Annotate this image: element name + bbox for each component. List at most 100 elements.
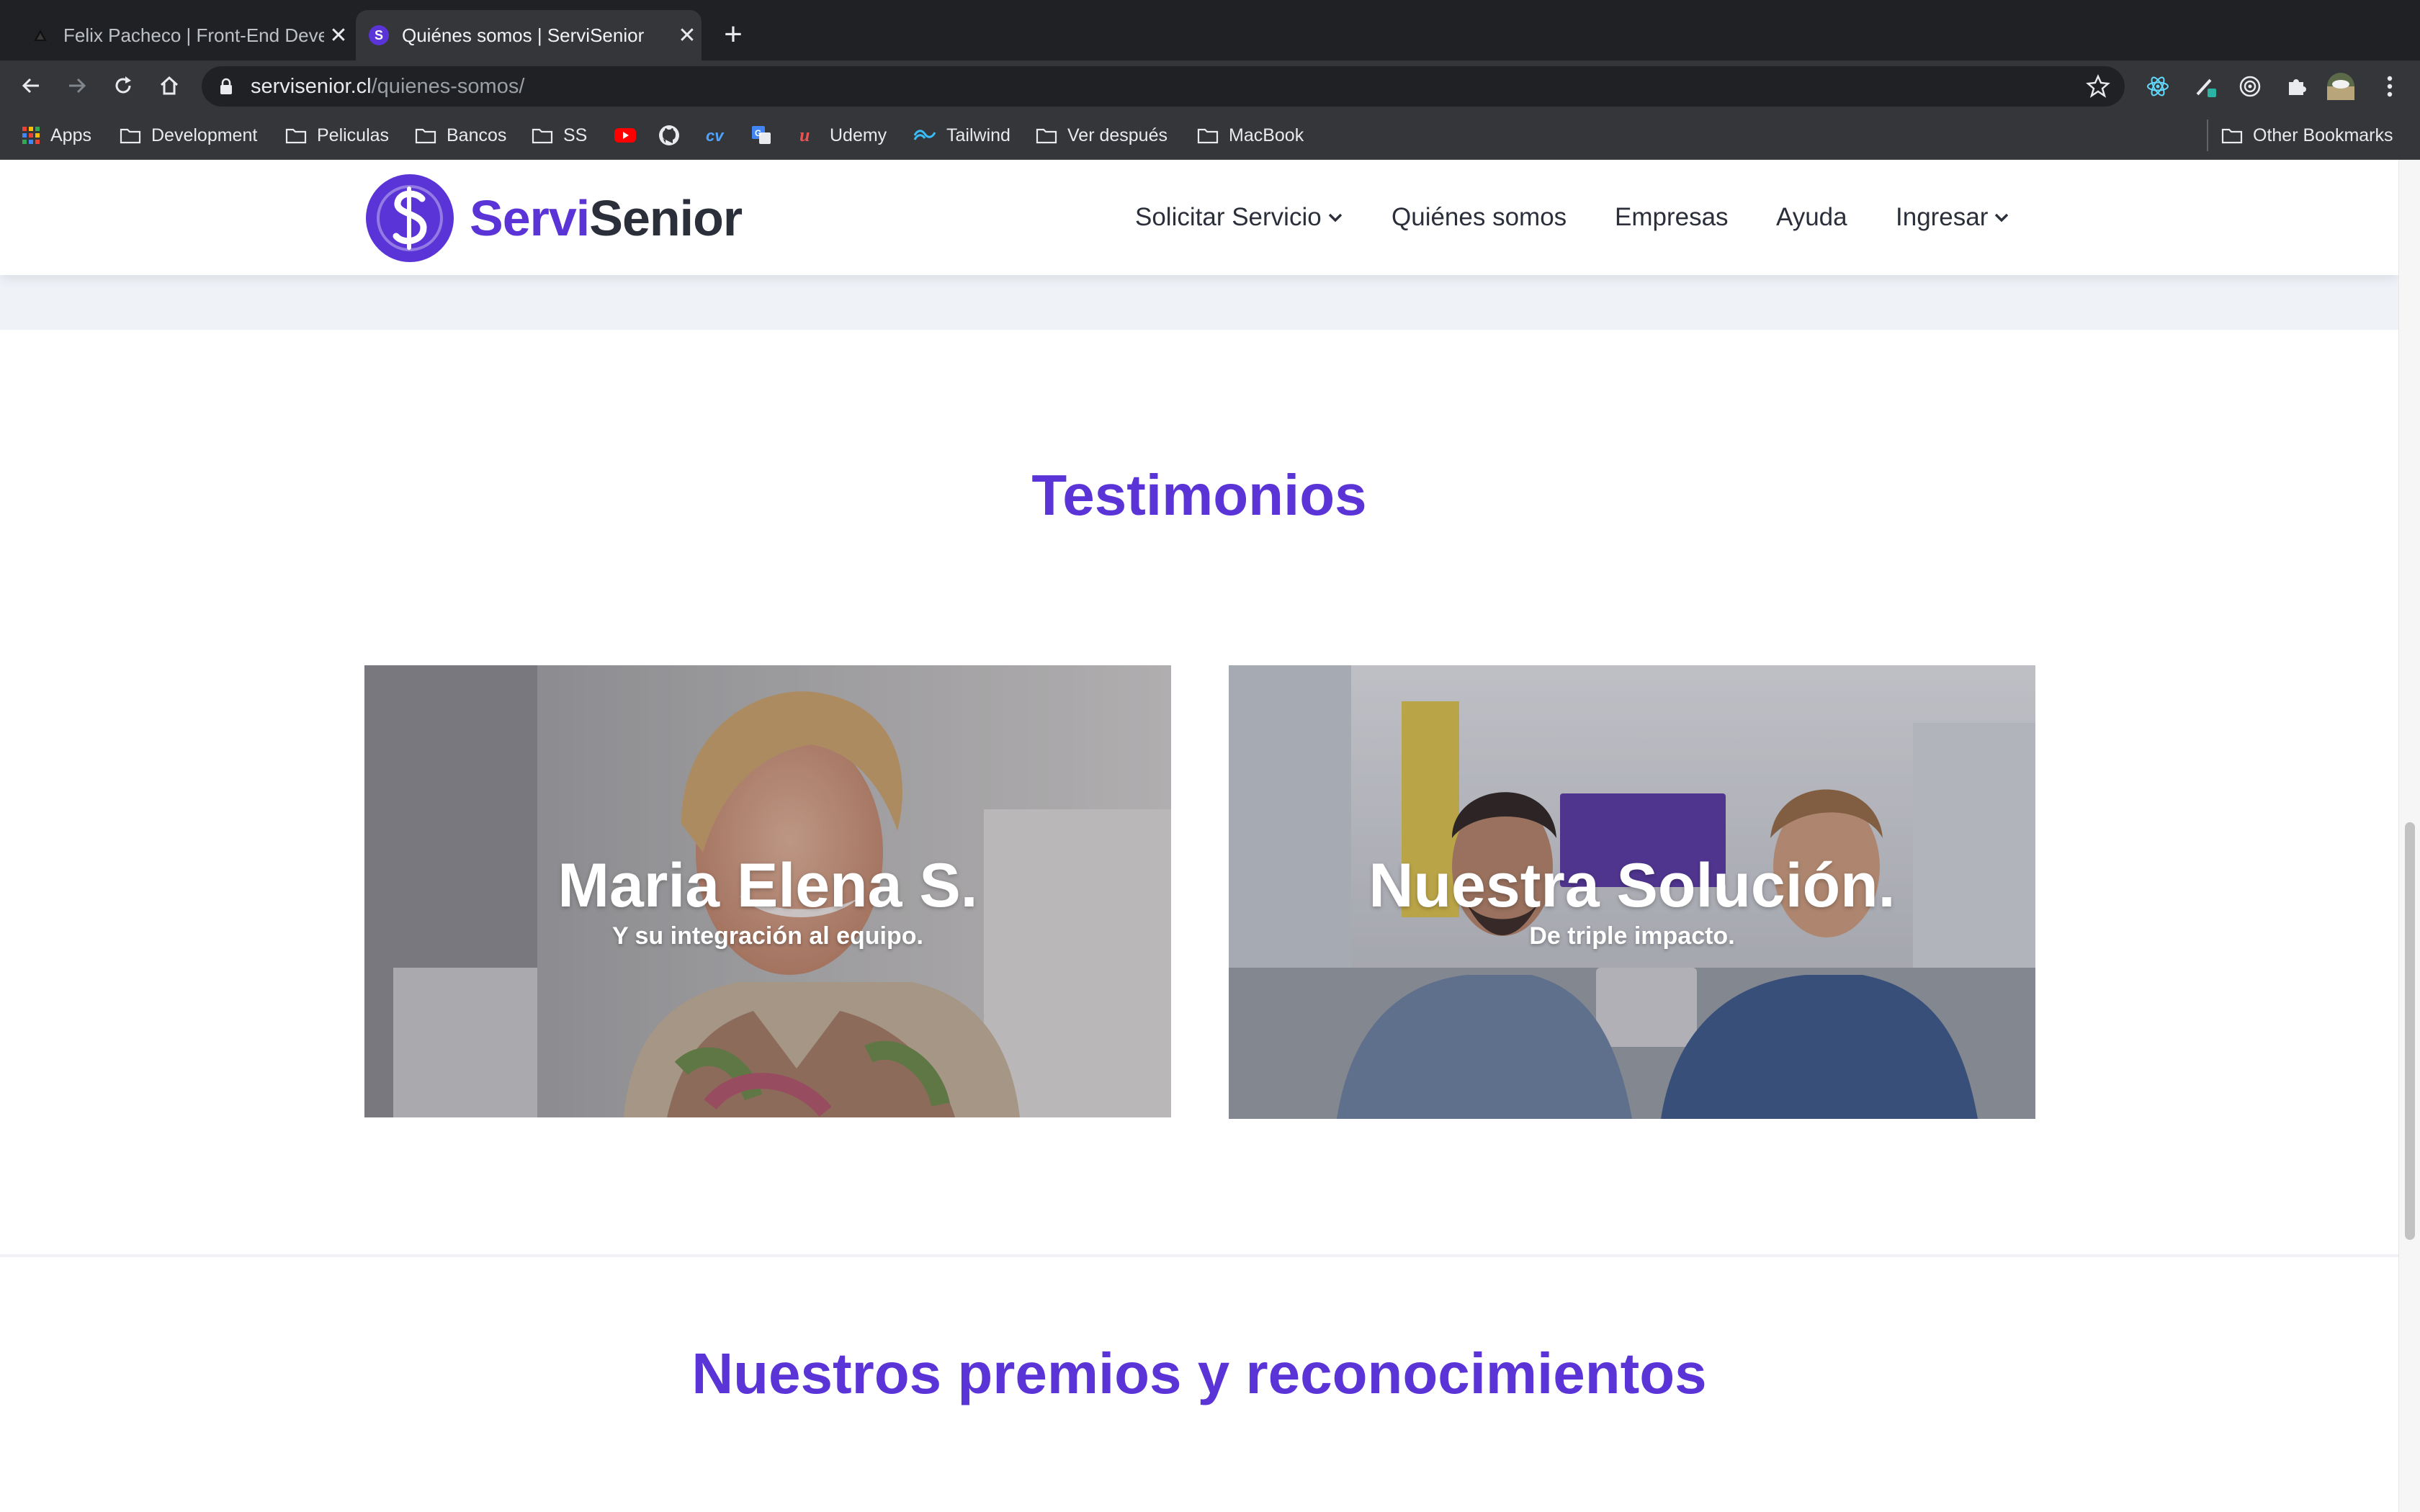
testimonial-video-card-nuestra-solucion[interactable]: Nuestra Solución. De triple impacto. — [1229, 665, 2035, 1119]
color-picker-extension-icon[interactable] — [2190, 71, 2221, 102]
url-host: servisenior.cl — [251, 75, 372, 98]
svg-text:u: u — [799, 125, 810, 145]
nav-label: Ayuda — [1776, 203, 1847, 231]
bookmark-github[interactable] — [658, 121, 690, 150]
menu-kebab-icon[interactable] — [2374, 71, 2406, 102]
tab-strip: Felix Pacheco | Front-End Deve ✕ S Quién… — [0, 0, 2420, 60]
tailwind-icon — [913, 128, 936, 143]
bookmark-macbook[interactable]: MacBook — [1197, 121, 1304, 150]
lock-icon — [219, 78, 233, 99]
folder-icon — [120, 127, 141, 144]
bookmarks-bar: Apps Development Peliculas Bancos SS cv … — [0, 111, 2420, 160]
page-scrollbar[interactable] — [2398, 160, 2420, 1512]
target-extension-icon[interactable] — [2234, 71, 2266, 102]
nav-empresas[interactable]: Empresas — [1615, 197, 1729, 238]
extensions-puzzle-icon[interactable] — [2280, 71, 2312, 102]
url-path: /quienes-somos/ — [371, 75, 525, 98]
bookmark-label: SS — [563, 125, 588, 145]
scrollbar-thumb[interactable] — [2405, 822, 2415, 1240]
chevron-down-icon — [1994, 212, 2009, 223]
card-title: Maria Elena S. — [557, 851, 978, 920]
bookmark-bancos[interactable]: Bancos — [415, 121, 506, 150]
bookmark-label: Other Bookmarks — [2253, 125, 2393, 145]
cv-icon: cv — [704, 127, 729, 144]
profile-avatar-icon[interactable] — [2325, 71, 2357, 102]
bookmark-label: Ver después — [1067, 125, 1168, 145]
bookmark-youtube[interactable] — [614, 121, 647, 150]
react-devtools-icon[interactable] — [2142, 71, 2174, 102]
section-band — [0, 275, 2398, 330]
folder-icon — [1197, 127, 1219, 144]
bookmark-label: Bancos — [447, 125, 507, 145]
close-tab-icon[interactable]: ✕ — [673, 23, 702, 48]
apps-grid-icon — [22, 126, 40, 145]
card-title: Nuestra Solución. — [1368, 851, 1896, 920]
section-divider — [0, 1254, 2398, 1257]
browser-toolbar: servisenior.cl/quienes-somos/ — [0, 60, 2420, 111]
brand-part-servi: Servi — [470, 190, 590, 246]
reload-icon[interactable] — [105, 68, 141, 104]
bookmark-label: Development — [151, 125, 258, 145]
new-tab-button[interactable]: + — [717, 17, 749, 53]
servisenior-logo-icon — [366, 174, 454, 262]
folder-icon — [532, 127, 553, 144]
bookmark-peliculas[interactable]: Peliculas — [285, 121, 389, 150]
bookmark-tailwind[interactable]: Tailwind — [913, 121, 1010, 150]
youtube-icon — [614, 127, 637, 144]
bookmark-label: Udemy — [830, 125, 887, 145]
tab-servisenior[interactable]: S Quiénes somos | ServiSenior ✕ — [356, 10, 702, 60]
bookmark-other-bookmarks[interactable]: Other Bookmarks — [2221, 121, 2393, 150]
close-tab-icon[interactable]: ✕ — [324, 23, 353, 48]
address-bar[interactable]: servisenior.cl/quienes-somos/ — [202, 66, 2125, 107]
home-icon[interactable] — [151, 68, 187, 104]
bookmark-udemy[interactable]: u Udemy — [798, 121, 887, 150]
back-icon[interactable] — [13, 68, 49, 104]
brand-part-senior: Senior — [589, 190, 743, 246]
servisenior-logo[interactable]: ServiSenior — [366, 174, 743, 262]
testimonials-heading: Testimonios — [1031, 463, 1367, 527]
svg-text:S: S — [375, 28, 383, 42]
brand-name: ServiSenior — [470, 189, 743, 247]
tab-title: Felix Pacheco | Front-End Deve — [63, 24, 324, 46]
triangle-icon — [30, 25, 50, 45]
bookmark-ss[interactable]: SS — [532, 121, 587, 150]
bookmark-translate[interactable]: G — [750, 121, 782, 150]
chevron-down-icon — [1327, 212, 1343, 223]
card-subtitle: Y su integración al equipo. — [611, 922, 923, 950]
bookmark-star-icon[interactable] — [2086, 73, 2110, 102]
svg-text:cv: cv — [706, 127, 725, 144]
browser-chrome: Felix Pacheco | Front-End Deve ✕ S Quién… — [0, 0, 2420, 160]
nav-ingresar[interactable]: Ingresar — [1896, 197, 2009, 238]
folder-icon — [285, 127, 307, 144]
nav-quienes-somos[interactable]: Quiénes somos — [1392, 197, 1567, 238]
site-header: ServiSenior Solicitar Servicio Quiénes s… — [0, 160, 2398, 275]
bookmark-label: Tailwind — [946, 125, 1010, 145]
bookmark-label: Apps — [50, 125, 91, 145]
testimonial-video-card-maria-elena[interactable]: Maria Elena S. Y su integración al equip… — [364, 665, 1171, 1117]
nav-label: Solicitar Servicio — [1135, 203, 1322, 231]
servisenior-logo-icon: S — [369, 25, 389, 45]
nav-ayuda[interactable]: Ayuda — [1776, 197, 1847, 238]
bookmark-label: MacBook — [1229, 125, 1304, 145]
svg-text:G: G — [755, 128, 761, 138]
nav-label: Quiénes somos — [1392, 203, 1567, 231]
bookmarks-separator — [2207, 120, 2208, 151]
card-subtitle: De triple impacto. — [1529, 922, 1735, 950]
folder-icon — [415, 127, 436, 144]
forward-icon[interactable] — [59, 68, 95, 104]
udemy-icon: u — [798, 125, 820, 145]
bookmark-development[interactable]: Development — [120, 121, 257, 150]
folder-icon — [1036, 127, 1057, 144]
tab-title: Quiénes somos | ServiSenior — [402, 24, 645, 46]
folder-icon — [2221, 127, 2243, 144]
url-text: servisenior.cl/quienes-somos/ — [251, 75, 524, 99]
nav-solicitar-servicio[interactable]: Solicitar Servicio — [1135, 197, 1343, 238]
nav-label: Ingresar — [1896, 203, 1989, 231]
github-icon — [658, 125, 680, 146]
bookmark-cv[interactable]: cv — [704, 121, 739, 150]
bookmark-ver-despues[interactable]: Ver después — [1036, 121, 1168, 150]
translate-icon: G — [750, 125, 772, 146]
bookmark-apps[interactable]: Apps — [22, 121, 91, 150]
bookmark-label: Peliculas — [317, 125, 390, 145]
tab-felix-pacheco[interactable]: Felix Pacheco | Front-End Deve ✕ — [17, 10, 353, 60]
